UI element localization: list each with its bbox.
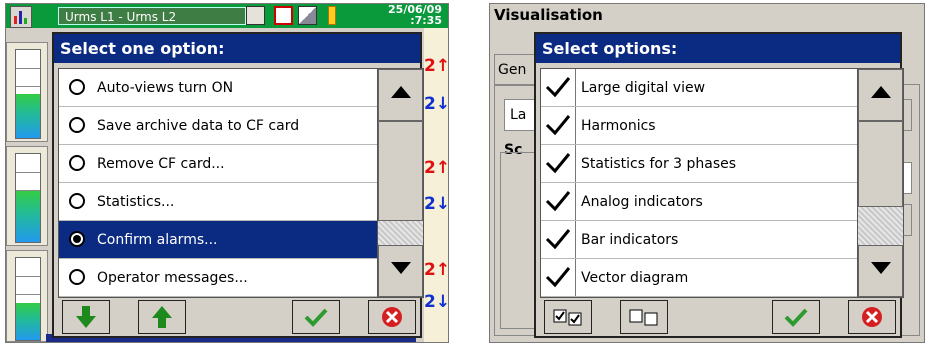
status-bar: Urms L1 - Urms L2 25/06/09 :7:35: [6, 4, 448, 28]
radio-selected-icon[interactable]: [69, 231, 85, 247]
dialog-button-bar: [540, 300, 900, 334]
right-screen: Visualisation Gen La Sc Select options: …: [489, 3, 925, 343]
option-analog-indicators[interactable]: Analog indicators: [541, 183, 903, 221]
dialog-title: Select options:: [536, 34, 900, 63]
dialog-title: Select one option:: [54, 34, 420, 63]
option-statistics-3-phases[interactable]: Statistics for 3 phases: [541, 145, 903, 183]
scroll-thumb[interactable]: [378, 121, 423, 221]
radio-icon[interactable]: [69, 193, 85, 209]
bar-indicator-panel-3: [6, 250, 48, 342]
time-text: :7:35: [410, 14, 442, 27]
option-auto-views[interactable]: Auto-views turn ON: [59, 69, 423, 107]
scroll-track[interactable]: [858, 207, 903, 245]
triangle-down-icon: [391, 262, 411, 274]
date-time: 25/06/09 :7:35: [388, 4, 442, 26]
scroll-up-button[interactable]: [858, 69, 903, 121]
alarm-high-indicator: 2↑: [424, 56, 449, 76]
window-icon[interactable]: [246, 6, 265, 25]
option-label: Confirm alarms...: [97, 232, 218, 248]
select-options-dialog: Select options: Large digital view Harmo…: [534, 32, 904, 338]
bar-indicator-panel-2: [6, 146, 48, 246]
option-label: Bar indicators: [581, 232, 679, 248]
option-harmonics[interactable]: Harmonics: [541, 107, 903, 145]
checkbox-checked-icon[interactable]: [541, 69, 576, 106]
bar-indicator: [15, 153, 41, 243]
select-one-option-dialog: Select one option: Auto-views turn ON Sa…: [52, 32, 424, 338]
alarm-low-indicator: 2↓: [424, 194, 449, 214]
option-label: Operator messages...: [97, 270, 248, 286]
chart-app-icon[interactable]: [10, 6, 32, 28]
scroll-down-button[interactable]: [858, 245, 903, 297]
option-bar-indicators[interactable]: Bar indicators: [541, 221, 903, 259]
option-large-digital-view[interactable]: Large digital view: [541, 69, 903, 107]
select-all-icon: [553, 309, 582, 326]
bar-indicator: [15, 49, 41, 139]
view-title[interactable]: Urms L1 - Urms L2: [58, 7, 246, 25]
option-label: Analog indicators: [581, 194, 703, 210]
window-title: Visualisation: [494, 6, 603, 24]
option-label: Harmonics: [581, 118, 656, 134]
alarm-high-indicator: 2↑: [424, 260, 449, 280]
cancel-button[interactable]: [848, 300, 896, 334]
triangle-up-icon: [871, 86, 891, 98]
ok-check-icon: [784, 308, 808, 327]
checkbox-checked-icon[interactable]: [541, 183, 576, 220]
arrow-down-icon: [76, 306, 96, 328]
option-operator-messages[interactable]: Operator messages...: [59, 259, 423, 297]
option-label: Statistics...: [97, 194, 175, 210]
triangle-down-icon: [871, 262, 891, 274]
checkbox-checked-icon[interactable]: [541, 145, 576, 182]
radio-icon[interactable]: [69, 79, 85, 95]
radio-icon[interactable]: [69, 269, 85, 285]
checkbox-checked-icon[interactable]: [541, 107, 576, 144]
move-down-button[interactable]: [62, 300, 110, 334]
dialog-button-bar: [58, 300, 420, 334]
scroll-thumb[interactable]: [858, 121, 903, 207]
option-label: Remove CF card...: [97, 156, 225, 172]
option-remove-cf[interactable]: Remove CF card...: [59, 145, 423, 183]
option-label: Large digital view: [581, 80, 706, 96]
alarm-low-indicator: 2↓: [424, 292, 449, 312]
scroll-track[interactable]: [378, 221, 423, 245]
option-label: Statistics for 3 phases: [581, 156, 737, 172]
alarm-high-indicator: 2↑: [424, 158, 449, 178]
option-label: Vector diagram: [581, 270, 689, 286]
cancel-x-icon: [862, 307, 882, 327]
option-label: Auto-views turn ON: [97, 80, 234, 96]
cancel-x-icon: [382, 307, 402, 327]
bar-indicator: [15, 257, 41, 341]
checkbox-checked-icon[interactable]: [541, 259, 576, 296]
ok-button[interactable]: [292, 300, 340, 334]
option-vector-diagram[interactable]: Vector diagram: [541, 259, 903, 297]
radio-icon[interactable]: [69, 117, 85, 133]
triangle-up-icon: [391, 86, 411, 98]
tab-general[interactable]: Gen: [494, 54, 539, 86]
record-icon[interactable]: [274, 6, 293, 25]
deselect-all-icon: [629, 309, 658, 326]
option-list: Large digital view Harmonics Statistics …: [540, 68, 904, 298]
deselect-all-button[interactable]: [620, 300, 668, 334]
display-icon[interactable]: [298, 6, 317, 25]
select-all-button[interactable]: [544, 300, 592, 334]
left-screen: Urms L1 - Urms L2 25/06/09 :7:35 2↑ 2↓ 2…: [5, 3, 449, 343]
move-up-button[interactable]: [138, 300, 186, 334]
lock-icon: [328, 6, 336, 25]
ok-button[interactable]: [772, 300, 820, 334]
checkbox-checked-icon[interactable]: [541, 221, 576, 258]
bar-indicator-panel-1: [6, 42, 48, 142]
option-statistics[interactable]: Statistics...: [59, 183, 423, 221]
scrollbar[interactable]: [857, 69, 903, 297]
alarm-low-indicator: 2↓: [424, 94, 449, 114]
radio-icon[interactable]: [69, 155, 85, 171]
option-confirm-alarms[interactable]: Confirm alarms...: [59, 221, 423, 259]
option-label: Save archive data to CF card: [97, 118, 300, 134]
scroll-down-button[interactable]: [378, 245, 423, 297]
scroll-up-button[interactable]: [378, 69, 423, 121]
ok-check-icon: [304, 308, 328, 327]
cancel-button[interactable]: [368, 300, 416, 334]
option-save-archive[interactable]: Save archive data to CF card: [59, 107, 423, 145]
option-list: Auto-views turn ON Save archive data to …: [58, 68, 424, 298]
scrollbar[interactable]: [377, 69, 423, 297]
arrow-up-icon: [152, 306, 172, 328]
